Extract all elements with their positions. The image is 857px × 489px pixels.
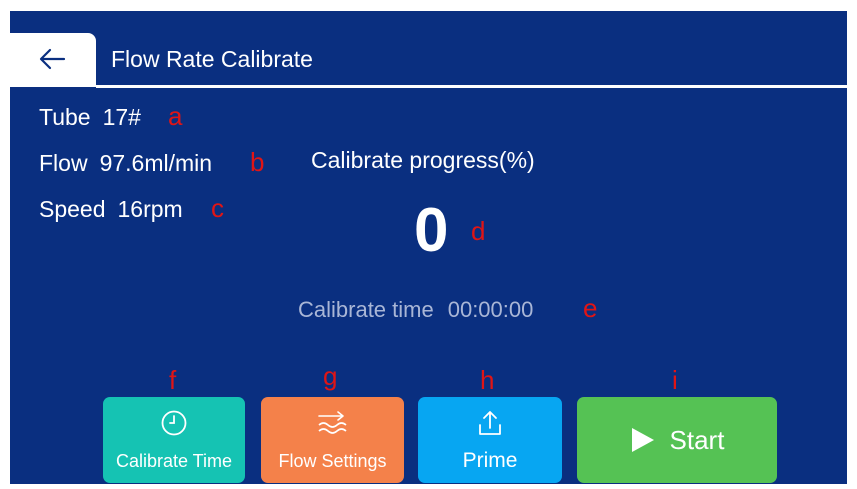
prime-button-label: Prime (462, 449, 518, 472)
clock-icon (161, 410, 187, 436)
header-divider (96, 85, 847, 88)
speed-info: Speed 16rpm (39, 196, 183, 223)
calibrate-time-button-label: Calibrate Time (115, 451, 233, 471)
header-bar: Flow Rate Calibrate (10, 11, 847, 88)
flow-info: Flow 97.6ml/min (39, 150, 212, 177)
arrow-left-icon (39, 48, 66, 70)
calibrate-time-value: 00:00:00 (447, 297, 534, 322)
page-title: Flow Rate Calibrate (111, 46, 313, 72)
upload-icon (479, 411, 501, 435)
calibrate-screen: Flow Rate Calibrate Tube 17# a Flow 97.6ml… (10, 11, 847, 484)
waves-icon (317, 411, 347, 434)
marker-b: b (250, 147, 265, 177)
tube-label: Tube (39, 104, 91, 130)
start-button-label: Start (669, 424, 725, 455)
marker-h: h (480, 365, 495, 395)
flow-label: Flow (39, 150, 88, 176)
marker-c: c (211, 193, 224, 223)
calibrate-time-button[interactable]: Calibrate Time (103, 397, 245, 483)
marker-d: d (471, 216, 486, 246)
marker-g: g (323, 361, 338, 391)
flow-settings-button-label: Flow Settings (278, 451, 387, 471)
speed-value: 16rpm (117, 196, 183, 222)
progress-value: 0 (414, 196, 449, 265)
tube-value: 17# (102, 104, 141, 130)
marker-f: f (169, 365, 177, 395)
play-icon (631, 428, 654, 452)
marker-i: i (672, 365, 678, 395)
marker-e: e (583, 293, 598, 323)
start-button[interactable]: Start (577, 397, 777, 483)
flow-settings-button[interactable]: Flow Settings (261, 397, 404, 483)
calibrate-time-label: Calibrate time (298, 297, 434, 322)
speed-label: Speed (39, 196, 106, 222)
back-button[interactable] (10, 33, 96, 87)
prime-button[interactable]: Prime (418, 397, 562, 483)
tube-info: Tube 17# (39, 104, 141, 131)
progress-title: Calibrate progress(%) (311, 147, 535, 173)
flow-value: 97.6ml/min (99, 150, 213, 176)
marker-a: a (168, 101, 183, 131)
calibrate-time-readout: Calibrate time 00:00:00 (298, 297, 533, 323)
